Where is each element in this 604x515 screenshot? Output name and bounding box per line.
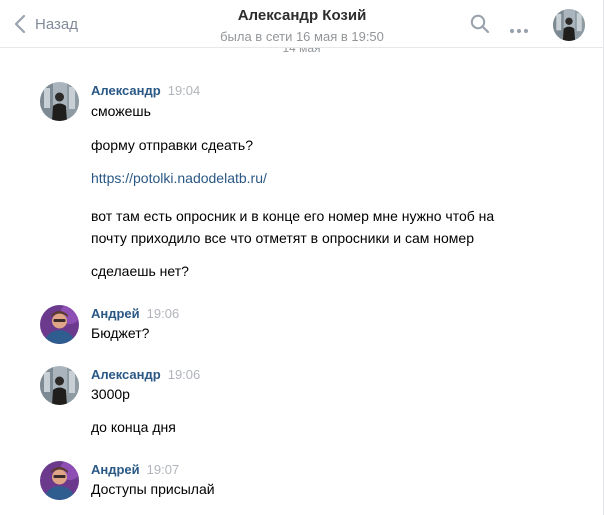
message-header: Александр 19:06 — [91, 366, 200, 383]
more-actions-button[interactable] — [509, 21, 529, 39]
avatar[interactable] — [40, 461, 79, 500]
message-header: Андрей 19:06 — [91, 305, 179, 322]
message-text: почту приходило все что отметят в опросн… — [91, 230, 475, 246]
chat-window: Назад Александр Козий была в сети 16 мая… — [0, 0, 604, 515]
message-text: 3000р — [91, 386, 130, 402]
message-header: Андрей 19:07 — [91, 461, 179, 478]
avatar[interactable] — [40, 82, 79, 121]
more-icon — [509, 28, 529, 34]
search-button[interactable] — [470, 14, 490, 39]
message-text: форму отправки сдеать? — [91, 137, 254, 153]
message-time[interactable]: 19:06 — [168, 367, 201, 382]
message-text: Бюджет? — [91, 325, 150, 341]
avatar-photo-icon — [553, 9, 585, 41]
chat-header: Назад Александр Козий была в сети 16 мая… — [0, 0, 603, 48]
message-author[interactable]: Андрей — [91, 462, 140, 477]
message-text: Доступы присылай — [91, 481, 215, 497]
search-icon — [470, 14, 490, 34]
last-seen-status: была в сети 16 мая в 19:50 — [220, 29, 384, 44]
message-author[interactable]: Андрей — [91, 306, 140, 321]
header-avatar[interactable] — [553, 9, 585, 41]
avatar[interactable] — [40, 366, 79, 405]
message-text: сможешь — [91, 103, 151, 119]
message-text: до конца дня — [91, 419, 176, 435]
message-time[interactable]: 19:07 — [147, 462, 180, 477]
message-time[interactable]: 19:04 — [168, 83, 201, 98]
chat-title: Александр Козий — [237, 7, 367, 24]
message-text: вот там есть опросник и в конце его номе… — [91, 208, 495, 224]
avatar-photo-icon — [40, 82, 79, 121]
message-author[interactable]: Александр — [91, 367, 161, 382]
back-label: Назад — [35, 15, 78, 33]
avatar[interactable] — [40, 305, 79, 344]
avatar-photo-icon — [40, 305, 79, 344]
message-header: Александр 19:04 — [91, 82, 200, 99]
chat-title-block[interactable]: Александр Козий была в сети 16 мая в 19:… — [170, 7, 434, 45]
message-link[interactable]: https://potolki.nadodelatb.ru/ — [91, 168, 267, 188]
message-text: сделаешь нет? — [91, 263, 189, 279]
message-author[interactable]: Александр — [91, 83, 161, 98]
back-button[interactable]: Назад — [14, 12, 78, 36]
avatar-photo-icon — [40, 366, 79, 405]
message-time[interactable]: 19:06 — [147, 306, 180, 321]
chevron-left-icon — [14, 14, 26, 34]
avatar-photo-icon — [40, 461, 79, 500]
